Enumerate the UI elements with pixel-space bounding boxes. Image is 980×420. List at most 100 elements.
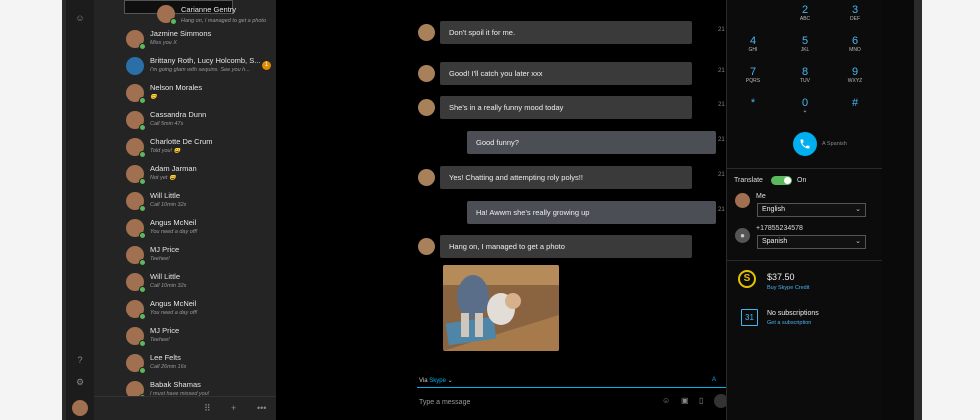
- dialpad-letters: ABC: [799, 16, 811, 22]
- settings-icon[interactable]: ⚙: [74, 376, 86, 388]
- message-input[interactable]: [419, 395, 639, 409]
- shared-photo[interactable]: [443, 265, 559, 351]
- contact-name: Brittany Roth, Lucy Holcomb, S...: [150, 56, 261, 65]
- dialpad-letters: PQRS: [745, 78, 761, 84]
- contact-item[interactable]: Will Little Call 10min 32s: [94, 188, 276, 215]
- contact-name: Adam Jarman: [150, 164, 197, 173]
- dialpad-key[interactable]: 9 WXYZ: [835, 66, 875, 84]
- image-icon[interactable]: ▣: [681, 396, 689, 405]
- message-timestamp: 21: [718, 68, 725, 74]
- translate-icon[interactable]: A: [712, 377, 716, 383]
- contact-name: Babak Shamas: [150, 380, 201, 389]
- received-message[interactable]: Yes! Chatting and attempting roly polys!…: [440, 166, 692, 189]
- sender-avatar: [418, 24, 435, 41]
- contact-status: You need a day off!: [150, 229, 198, 235]
- dialpad-key[interactable]: 6 MNO: [835, 35, 875, 53]
- dialpad-icon[interactable]: ⠿: [204, 403, 211, 414]
- help-icon[interactable]: ?: [74, 354, 86, 366]
- contact-name: Lee Felts: [150, 353, 181, 362]
- nav-rail: ☺ ? ⚙: [66, 0, 94, 420]
- contact-item[interactable]: Carianne Gentry Hang on, I managed to get…: [124, 0, 266, 25]
- contact-item[interactable]: Adam Jarman Not yet 😀: [94, 161, 276, 188]
- dialpad-key[interactable]: 5 JKL: [785, 35, 825, 53]
- get-subscription-link[interactable]: Get a subscription: [767, 320, 811, 326]
- contact-item[interactable]: Nelson Morales 😊: [94, 80, 276, 107]
- translate-label: Translate: [734, 177, 763, 184]
- contact-name: MJ Price: [150, 326, 180, 335]
- dialpad-key[interactable]: *: [733, 97, 773, 109]
- received-message[interactable]: She's in a really funny mood today: [440, 96, 692, 119]
- dialpad-key[interactable]: 8 TUV: [785, 66, 825, 84]
- dialpad-digit: 6: [851, 35, 859, 47]
- contact-item[interactable]: MJ Price Teehee!: [94, 323, 276, 350]
- contact-item[interactable]: MJ Price Teehee!: [94, 242, 276, 269]
- contact-status: Teehee!: [150, 337, 170, 343]
- call-panel: 2 ABC 3 DEF 4 GHI 5 JKL 6 MNO 7 PQRS 8 TUV 9 WXYZ * 0 + # A…: [726, 0, 882, 420]
- contact-item[interactable]: Jazmine Simmons Miss you X: [94, 26, 276, 53]
- contact-name: Cassandra Dunn: [150, 110, 207, 119]
- dialpad-digit: *: [750, 97, 756, 109]
- contact-name: Will Little: [150, 191, 181, 200]
- dialpad-key[interactable]: 7 PQRS: [733, 66, 773, 84]
- contacts-icon[interactable]: ☺: [74, 12, 86, 24]
- via-service: Skype: [429, 378, 446, 384]
- dialpad-key[interactable]: 4 GHI: [733, 35, 773, 53]
- call-language[interactable]: A Spanish: [822, 141, 847, 147]
- sent-message[interactable]: Ha! Awwm she's really growing up: [467, 201, 716, 224]
- me-label: Me: [756, 193, 766, 200]
- dialpad-key[interactable]: #: [835, 97, 875, 109]
- profile-avatar[interactable]: [72, 400, 88, 416]
- dialpad-key[interactable]: 3 DEF: [835, 4, 875, 22]
- message-timestamp: 21: [718, 172, 725, 178]
- buy-credit-link[interactable]: Buy Skype Credit: [767, 285, 810, 291]
- presence-indicator: [139, 124, 146, 131]
- message-timestamp: 21: [718, 102, 725, 108]
- other-language-select[interactable]: Spanish ⌄: [757, 235, 866, 249]
- my-avatar: [735, 193, 750, 208]
- contact-item[interactable]: Cassandra Dunn Call 5min 47s: [94, 107, 276, 134]
- received-message[interactable]: Hang on, I managed to get a photo: [440, 235, 692, 258]
- sent-message[interactable]: Good funny?: [467, 131, 716, 154]
- call-button[interactable]: [793, 132, 817, 156]
- presence-indicator: [139, 205, 146, 212]
- dialpad-letters: MNO: [849, 47, 861, 53]
- contact-item[interactable]: Angus McNeil You need a day off!: [94, 215, 276, 242]
- add-icon[interactable]: +: [231, 403, 236, 413]
- dialpad-key[interactable]: 2 ABC: [785, 4, 825, 22]
- contact-item[interactable]: Charlotte De Crum Told you! 😀: [94, 134, 276, 161]
- dialpad-letters: JKL: [800, 47, 810, 53]
- dialpad-key[interactable]: 0 +: [785, 97, 825, 115]
- emoji-icon[interactable]: ☺: [662, 396, 670, 405]
- divider: [727, 260, 882, 261]
- translate-toggle[interactable]: [771, 176, 792, 185]
- my-language-select[interactable]: English ⌄: [757, 203, 866, 217]
- phone-icon: [800, 139, 810, 149]
- dialpad-digit: 5: [801, 35, 809, 47]
- contact-status: 😊: [150, 94, 157, 100]
- contact-item[interactable]: Brittany Roth, Lucy Holcomb, S... I'm goi…: [94, 53, 276, 80]
- divider: [727, 168, 882, 169]
- dialpad-letters: DEF: [850, 16, 860, 22]
- contact-item[interactable]: Will Little Call 10min 32s: [94, 269, 276, 296]
- more-icon[interactable]: •••: [257, 403, 266, 413]
- contact-status: Not yet 😀: [150, 175, 176, 181]
- message-timestamp: 21: [718, 137, 725, 143]
- contact-item[interactable]: Lee Felts Call 26min 16s: [94, 350, 276, 377]
- dialpad-digit: 4: [749, 35, 757, 47]
- presence-indicator: [139, 178, 146, 185]
- contact-name: Angus McNeil: [150, 299, 197, 308]
- contact-item[interactable]: Angus McNeil You need a day off!: [94, 296, 276, 323]
- dialpad-digit: 3: [851, 4, 859, 16]
- attach-icon[interactable]: ▯: [699, 396, 703, 405]
- received-message[interactable]: Don't spoil it for me.: [440, 21, 692, 44]
- received-message[interactable]: Good! I'll catch you later xxx: [440, 62, 692, 85]
- via-service-selector[interactable]: Via Skype ⌄: [419, 377, 453, 384]
- contact-list: Carianne Gentry Hang on, I managed to get…: [94, 0, 276, 420]
- dialpad-digit: 7: [749, 66, 757, 78]
- person-icon: ●: [735, 228, 750, 243]
- contact-status: Call 10min 32s: [150, 283, 187, 289]
- unread-badge: 1: [262, 61, 271, 70]
- contact-status: Call 5min 47s: [150, 121, 184, 127]
- chevron-down-icon: ⌄: [855, 238, 861, 245]
- translate-icon: A: [822, 141, 826, 147]
